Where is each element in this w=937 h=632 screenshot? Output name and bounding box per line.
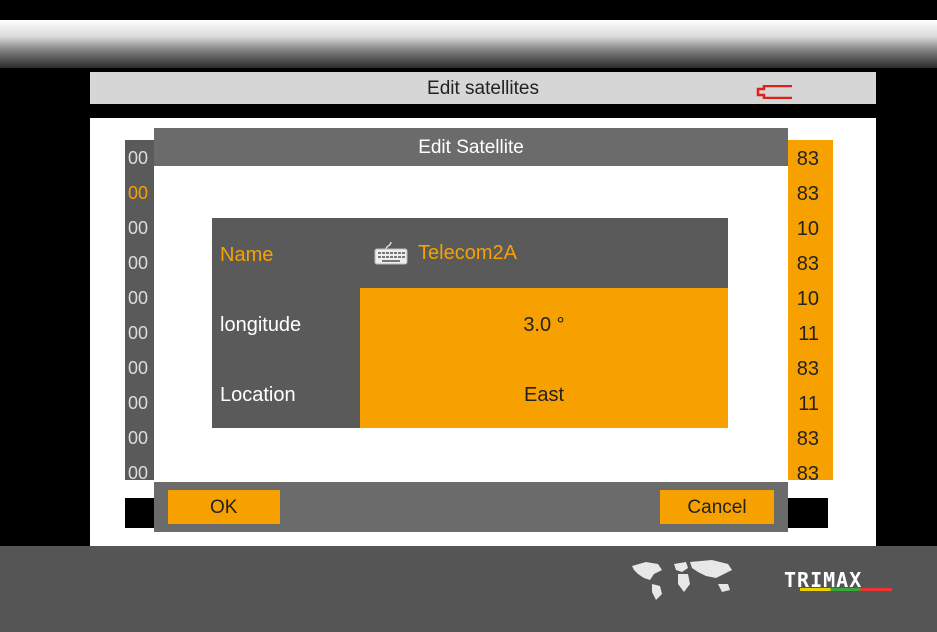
dialog-title: Edit Satellite [154, 128, 788, 166]
list-bottom-left-button[interactable] [125, 498, 157, 528]
name-label: Name [220, 244, 274, 266]
edit-satellite-dialog: Edit Satellite Name Telecom2A longitude … [154, 128, 788, 532]
ok-button[interactable]: OK [168, 490, 280, 524]
cancel-button[interactable]: Cancel [660, 490, 774, 524]
satellite-form: Name Telecom2A longitude 3.0 ° Location … [212, 218, 728, 428]
battery-icon [756, 85, 792, 99]
value-highlight [360, 288, 728, 428]
top-bezel [0, 20, 937, 68]
brand-logo-stripe [800, 588, 892, 591]
longitude-label: longitude [220, 314, 302, 336]
name-value[interactable]: Telecom2A [418, 242, 517, 265]
world-map-icon [632, 560, 732, 600]
keyboard-icon[interactable] [372, 240, 410, 266]
location-label: Location [220, 384, 296, 406]
location-value[interactable]: East [360, 384, 728, 407]
longitude-value[interactable]: 3.0 ° [360, 314, 728, 337]
